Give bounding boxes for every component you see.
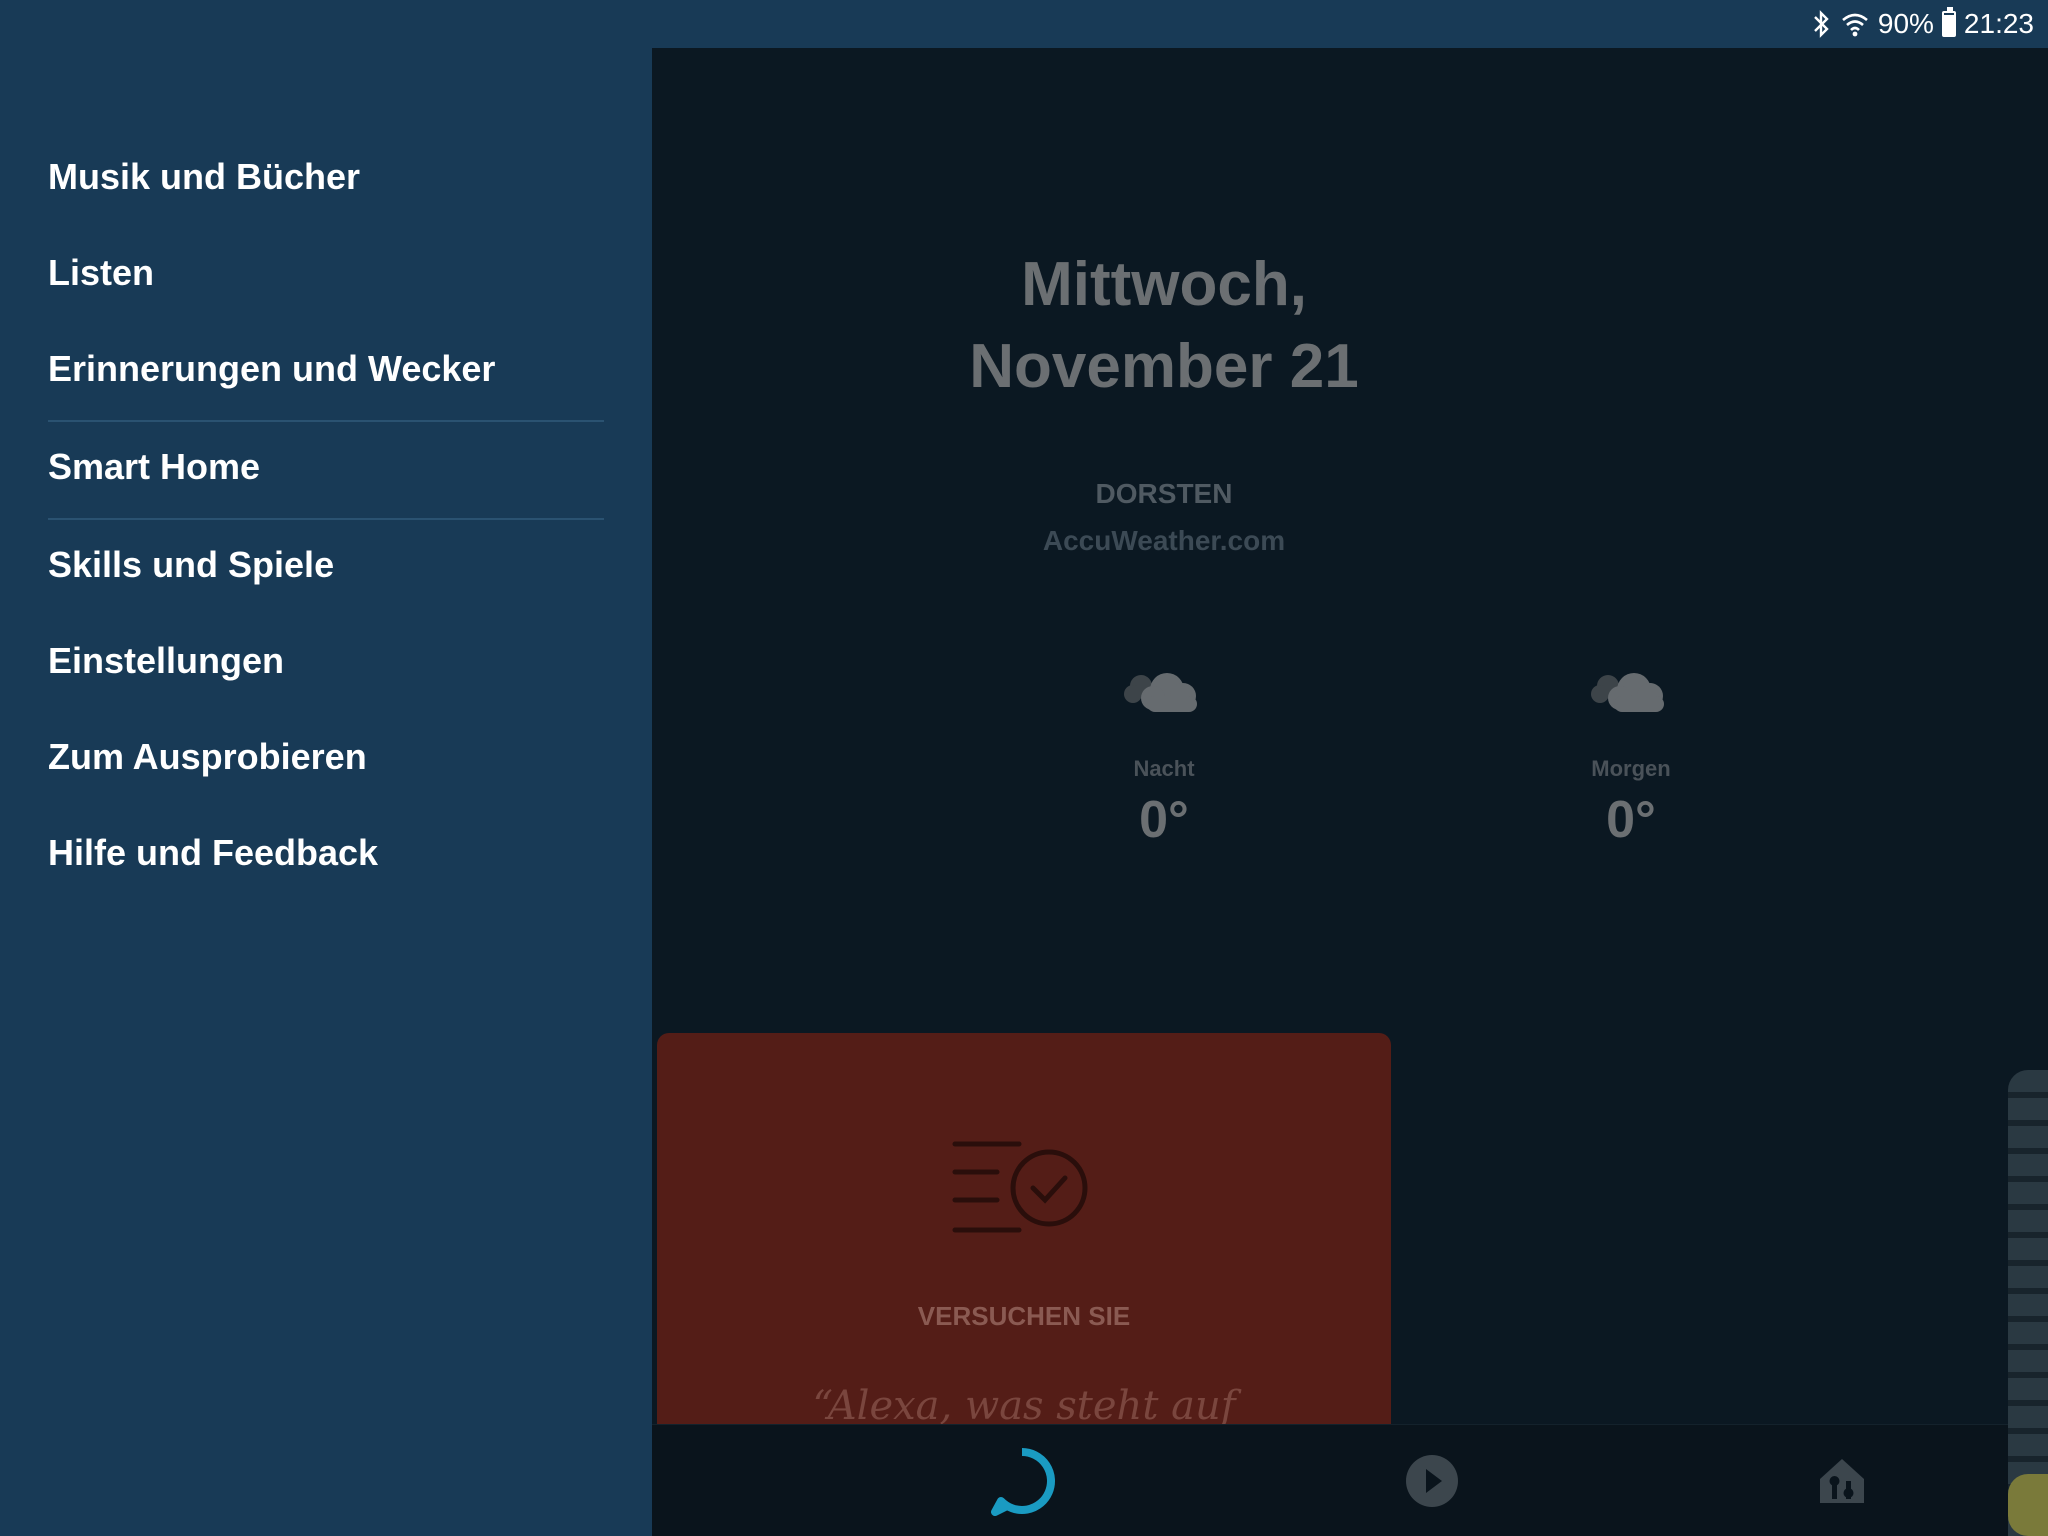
drawer-item-smart-home[interactable]: Smart Home [48, 446, 260, 488]
card-title: VERSUCHEN SIE [917, 1301, 1131, 1331]
cloud-icon [1586, 666, 1676, 716]
try-card[interactable]: VERSUCHEN SIE “Alexa, was steht auf [657, 1033, 1391, 1453]
main-content: Mittwoch, November 21 DORSTEN AccuWeathe… [652, 48, 2048, 1536]
cloud-icon [1119, 666, 1209, 716]
date-day: November 21 [969, 332, 1359, 401]
drawer-item-einstellungen[interactable]: Einstellungen [48, 640, 284, 682]
card-quote: “Alexa, was steht auf [812, 1383, 1236, 1429]
navigation-drawer: Musik und Bücher Listen Erinnerungen und… [0, 48, 652, 1536]
list-check-icon [951, 1138, 1097, 1243]
date-weekday: Mittwoch, [1021, 250, 1307, 319]
battery-icon [1941, 7, 1956, 37]
clock: 21:23 [1963, 8, 2034, 39]
drawer-item-erinnerungen[interactable]: Erinnerungen und Wecker [48, 348, 495, 390]
drawer-item-hilfe[interactable]: Hilfe und Feedback [48, 832, 378, 874]
battery-percent: 90% [1877, 8, 1934, 39]
weather-location: DORSTEN [1095, 478, 1233, 509]
status-bar: 90% 21:23 [0, 0, 2048, 48]
forecast-temp: 0° [1606, 791, 1656, 849]
forecast-label: Morgen [1591, 756, 1671, 781]
drawer-item-musik[interactable]: Musik und Bücher [48, 156, 360, 198]
weather-source[interactable]: AccuWeather.com [862, 525, 1466, 557]
play-icon[interactable] [1394, 1443, 1470, 1519]
forecast-morning: Morgen 0° [1521, 666, 1741, 850]
drawer-item-listen[interactable]: Listen [48, 252, 154, 294]
bluetooth-icon [1812, 10, 1832, 38]
drawer-divider [48, 420, 604, 422]
drawer-item-skills[interactable]: Skills und Spiele [48, 544, 334, 586]
edge-panel-thumb[interactable] [2008, 1474, 2048, 1536]
bottom-nav [652, 1424, 2048, 1536]
smart-home-icon[interactable] [1804, 1443, 1880, 1519]
forecast-label: Nacht [1133, 756, 1195, 781]
alexa-ring-icon[interactable] [984, 1443, 1060, 1519]
drawer-divider [48, 518, 604, 520]
forecast-temp: 0° [1139, 791, 1189, 849]
drawer-item-ausprobieren[interactable]: Zum Ausprobieren [48, 736, 367, 778]
edge-panel-handle[interactable] [2008, 1070, 2048, 1536]
forecast-night: Nacht 0° [1054, 666, 1274, 850]
date-heading: Mittwoch, November 21 [792, 244, 1536, 408]
wifi-icon [1840, 10, 1870, 38]
